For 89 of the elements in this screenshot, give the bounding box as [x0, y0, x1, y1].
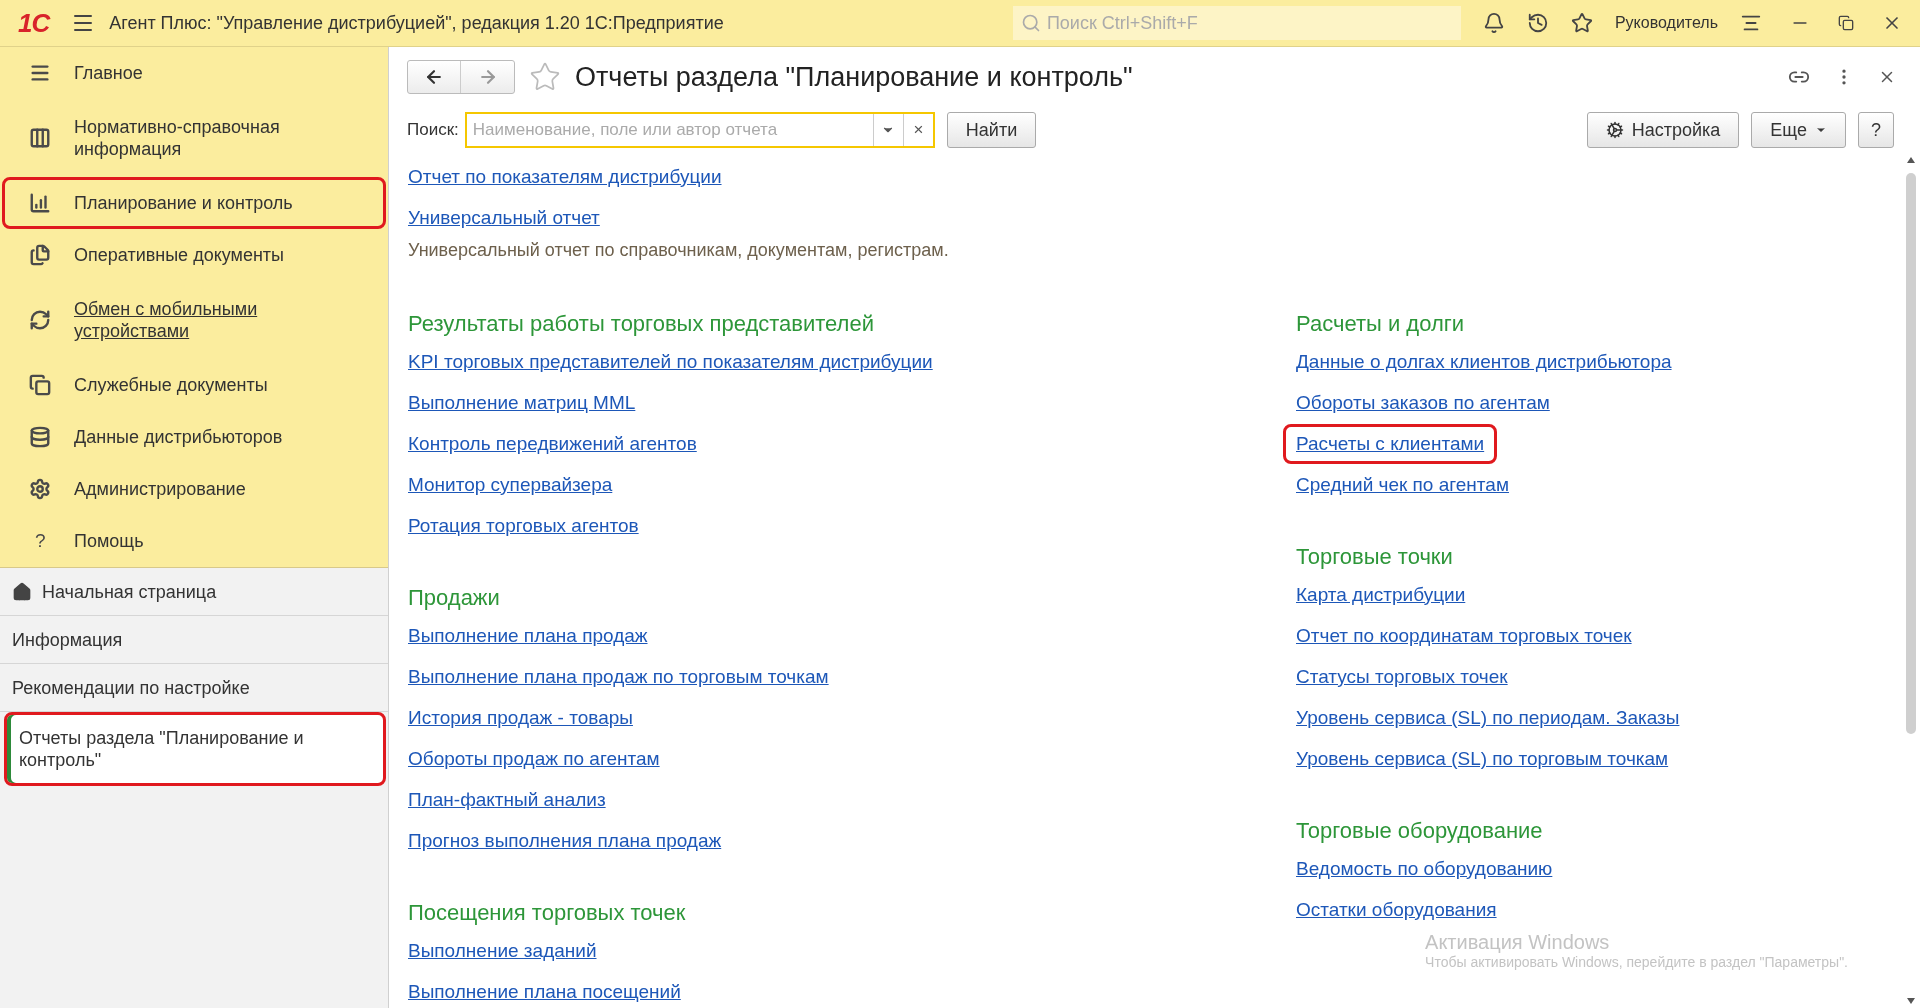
report-description: Универсальный отчет по справочникам, документам, регистрам.: [408, 239, 950, 262]
section-item[interactable]: Планирование и контроль: [2, 177, 386, 229]
report-link[interactable]: Выполнение плана посещений: [395, 971, 694, 1008]
menu-icon: [29, 62, 51, 84]
restore-icon[interactable]: [1838, 15, 1854, 31]
section-item[interactable]: ? Помощь: [2, 515, 386, 567]
scroll-down-icon[interactable]: [1907, 998, 1915, 1004]
section-label: Обмен с мобильными устройствами: [74, 298, 259, 342]
report-link[interactable]: Отчет по показателям дистрибуции: [395, 156, 735, 197]
find-button[interactable]: Найти: [946, 112, 1037, 148]
report-link[interactable]: План-фактный анализ: [395, 779, 619, 820]
window-label: Отчеты раздела "Планирование и контроль": [19, 727, 305, 771]
section-label: Планирование и контроль: [74, 192, 294, 214]
section-label: Помощь: [74, 530, 145, 552]
help-glyph: ?: [34, 530, 46, 552]
report-link[interactable]: Отчет по координатам торговых точек: [1283, 615, 1645, 656]
section-item[interactable]: Оперативные документы: [2, 229, 386, 281]
group-title: Продажи: [408, 584, 501, 612]
documents-icon: [29, 244, 51, 266]
window-label: Рекомендации по настройке: [12, 676, 250, 699]
report-link[interactable]: Контроль передвижений агентов: [395, 423, 710, 464]
gear-icon: [1605, 121, 1624, 139]
section-item[interactable]: Главное: [2, 47, 386, 99]
copy-icon: [29, 374, 51, 396]
open-window-item[interactable]: Начальная страница: [0, 568, 388, 616]
open-window-item[interactable]: Отчеты раздела "Планирование и контроль": [4, 712, 386, 786]
help-button[interactable]: ?: [1858, 112, 1894, 148]
open-window-item[interactable]: Информация: [0, 616, 388, 664]
group-title: Посещения торговых точек: [408, 899, 687, 927]
notice-title: Активация Windows: [1425, 931, 1611, 954]
section-label: Главное: [74, 62, 144, 84]
settings-button[interactable]: Настройка: [1586, 112, 1740, 148]
report-link[interactable]: Средний чек по агентам: [1283, 464, 1522, 505]
section-item[interactable]: Служебные документы: [2, 359, 386, 411]
report-link[interactable]: Ведомость по оборудованию: [1283, 848, 1566, 889]
bar-chart-icon: [29, 192, 51, 214]
columns-icon: [29, 127, 51, 149]
report-link[interactable]: Монитор супервайзера: [395, 464, 626, 505]
report-link[interactable]: Обороты продаж по агентам: [395, 738, 673, 779]
report-link[interactable]: Универсальный отчет: [395, 197, 613, 238]
user-name[interactable]: Руководитель: [1614, 14, 1718, 32]
history-icon[interactable]: [1526, 12, 1549, 34]
form-title: Отчеты раздела "Планирование и контроль": [575, 61, 1133, 93]
window-label: Информация: [12, 628, 123, 651]
search-field[interactable]: Наименование, поле или автор отчета ×: [464, 112, 935, 148]
refresh-icon: [29, 309, 51, 331]
section-label: Служебные документы: [74, 374, 269, 396]
group-title: Результаты работы торговых представителей: [408, 310, 875, 338]
window-label: Начальная страница: [42, 580, 217, 603]
home-icon: [12, 581, 32, 602]
notice-text: Чтобы активировать Windows, перейдите в раздел "Параметры".: [1425, 954, 1848, 970]
settings-icon: [29, 478, 51, 500]
report-link[interactable]: Данные о долгах клиентов дистрибьютора: [1283, 341, 1685, 382]
report-link[interactable]: Уровень сервиса (SL) по периодам. Заказы: [1283, 697, 1693, 738]
star-icon[interactable]: [1570, 12, 1593, 34]
report-link[interactable]: Остатки оборудования: [1283, 889, 1510, 930]
report-link[interactable]: Выполнение плана продаж: [395, 615, 661, 656]
section-label: Администрирование: [74, 478, 247, 500]
section-item[interactable]: Данные дистрибьюторов: [2, 411, 386, 463]
star-icon[interactable]: [529, 61, 561, 93]
report-link[interactable]: Статусы торговых точек: [1283, 656, 1521, 697]
report-link[interactable]: Ротация торговых агентов: [395, 505, 652, 546]
report-link[interactable]: История продаж - товары: [395, 697, 646, 738]
window-title: Агент Плюс: "Управление дистрибуцией", редакция 1.20 1С:Предприятие: [109, 12, 724, 34]
section-label: Нормативно-справочная информация: [74, 116, 281, 160]
report-link[interactable]: Карта дистрибуции: [1283, 574, 1479, 615]
report-link[interactable]: Расчеты с клиентами: [1283, 423, 1498, 464]
report-link[interactable]: Выполнение плана продаж по торговым точкам: [395, 656, 842, 697]
report-link[interactable]: Уровень сервиса (SL) по торговым точкам: [1283, 738, 1682, 779]
section-item[interactable]: Нормативно-справочная информация: [2, 99, 386, 177]
group-title: Торговые оборудование: [1296, 817, 1544, 845]
search-label: Поиск:: [407, 120, 459, 140]
section-label: Данные дистрибьюторов: [74, 426, 284, 448]
database-icon: [29, 426, 51, 448]
more-button[interactable]: Еще: [1751, 112, 1846, 148]
report-link[interactable]: KPI торговых представителей по показателям дистрибуции: [395, 341, 946, 382]
report-link[interactable]: Выполнение заданий: [395, 930, 610, 971]
section-label: Оперативные документы: [74, 244, 286, 266]
group-title: Торговые точки: [1296, 543, 1454, 571]
report-link[interactable]: Прогноз выполнения плана продаж: [395, 820, 735, 861]
group-title: Расчеты и долги: [1296, 310, 1466, 338]
report-link[interactable]: Обороты заказов по агентам: [1283, 382, 1563, 423]
report-link[interactable]: Выполнение матриц MML: [395, 382, 649, 423]
bell-icon[interactable]: [1482, 12, 1505, 34]
section-item[interactable]: Администрирование: [2, 463, 386, 515]
search-icon: [1020, 13, 1041, 33]
logo: 1С: [18, 7, 50, 39]
section-item[interactable]: Обмен с мобильными устройствами: [2, 281, 386, 359]
scroll-up-icon[interactable]: [1907, 157, 1915, 163]
